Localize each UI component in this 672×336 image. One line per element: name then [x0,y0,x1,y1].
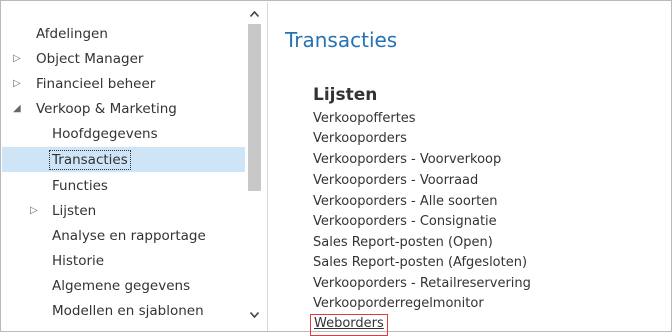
link-verkooporderregelmonitor[interactable]: Verkooporderregelmonitor [313,294,484,314]
page-title: Transacties [285,28,398,52]
sidebar-item-lijsten[interactable]: Lijsten [52,200,96,222]
navigation-pane: Afdelingen ▷ Object Manager ▷ Financieel… [2,2,268,331]
expand-arrow-icon[interactable]: ▷ [13,48,21,70]
sidebar-item-modellen-sjablonen[interactable]: Modellen en sjablonen [52,300,204,322]
section-heading: Lijsten [313,85,378,105]
sidebar-item-historie[interactable]: Historie [52,250,104,272]
link-verkooporders-alle-soorten[interactable]: Verkooporders - Alle soorten [313,192,497,212]
link-sales-report-open[interactable]: Sales Report-posten (Open) [313,233,493,253]
sidebar-item-algemene-gegevens[interactable]: Algemene gegevens [52,275,190,297]
sidebar-item-afdelingen[interactable]: Afdelingen [36,23,108,45]
sidebar-item-hoofdgegevens[interactable]: Hoofdgegevens [52,123,158,145]
link-verkooporders-voorraad[interactable]: Verkooporders - Voorraad [313,171,478,191]
sidebar-item-transacties[interactable]: Transacties [49,149,131,171]
scrollbar-thumb[interactable] [248,24,261,191]
sidebar-item-functies[interactable]: Functies [52,175,108,197]
collapse-arrow-icon[interactable]: ◢ [13,98,21,120]
expand-arrow-icon[interactable]: ▷ [30,200,38,222]
vertical-scrollbar[interactable] [245,2,264,331]
sidebar-item-analyse-rapportage[interactable]: Analyse en rapportage [52,225,206,247]
link-verkooporders-consignatie[interactable]: Verkooporders - Consignatie [313,212,497,232]
link-verkooporders[interactable]: Verkooporders [313,129,407,149]
sidebar-item-verkoop-marketing[interactable]: Verkoop & Marketing [36,98,177,120]
content-pane: Transacties Lijsten Verkoopoffertes Verk… [268,2,672,336]
expand-arrow-icon[interactable]: ▷ [13,73,21,95]
link-verkoopoffertes[interactable]: Verkoopoffertes [313,109,416,129]
sidebar-item-label: Transacties [49,150,131,170]
link-verkooporders-retailreservering[interactable]: Verkooporders - Retailreservering [313,274,531,294]
window-frame: Afdelingen ▷ Object Manager ▷ Financieel… [0,0,672,336]
chevron-down-icon[interactable] [245,307,264,323]
link-sales-report-afgesloten[interactable]: Sales Report-posten (Afgesloten) [313,253,527,273]
link-verkooporders-voorverkoop[interactable]: Verkooporders - Voorverkoop [313,150,501,170]
link-weborders[interactable]: Weborders [310,314,388,336]
sidebar-item-financieel-beheer[interactable]: Financieel beheer [36,73,155,95]
sidebar-item-object-manager[interactable]: Object Manager [36,48,143,70]
chevron-up-icon[interactable] [245,6,264,22]
